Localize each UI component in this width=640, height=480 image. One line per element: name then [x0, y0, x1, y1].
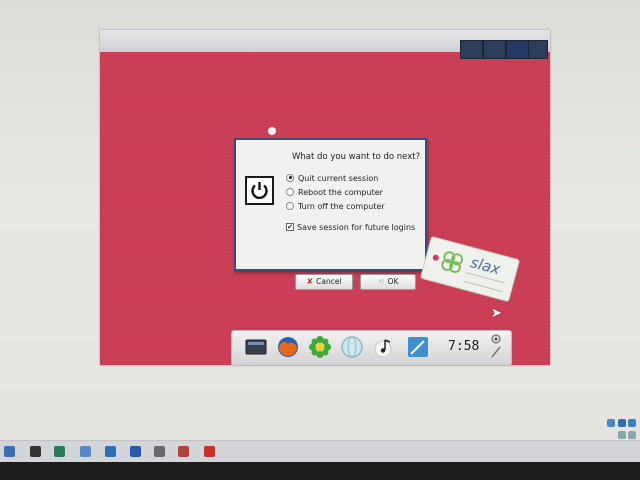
radio-button[interactable]	[286, 201, 294, 210]
tray-icon[interactable]	[607, 419, 615, 427]
network-icon[interactable]	[340, 335, 364, 359]
music-icon[interactable]	[372, 335, 396, 359]
icq-icon[interactable]	[308, 335, 332, 359]
save-session-checkbox[interactable]: ✔ Save session for future logins	[286, 222, 416, 232]
ok-button[interactable]: ☜ OK	[360, 274, 416, 290]
tray-icon[interactable]	[628, 419, 636, 427]
cancel-button[interactable]: ✘ Cancel	[295, 274, 353, 290]
workspace-4[interactable]	[528, 40, 548, 59]
option-label: Turn off the computer	[298, 202, 385, 211]
workspace-1[interactable]	[460, 40, 483, 59]
tray-icon[interactable]	[618, 419, 626, 427]
radio-turn-off[interactable]: Turn off the computer	[286, 201, 385, 211]
host-app-icon[interactable]	[130, 446, 141, 457]
tray-icon[interactable]	[628, 431, 636, 439]
host-taskbar	[0, 440, 640, 463]
host-app-icon[interactable]	[105, 446, 116, 457]
host-app-icon[interactable]	[30, 446, 41, 457]
workspace-3[interactable]	[506, 40, 529, 59]
tag-hole	[432, 254, 440, 262]
dock-panel: 7:58	[231, 330, 512, 366]
editor-icon[interactable]	[406, 335, 430, 359]
vm-desktop: What do you want to do next? Quit curren…	[100, 30, 550, 366]
host-app-icon[interactable]	[204, 446, 215, 457]
logout-dialog: What do you want to do next? Quit curren…	[234, 138, 427, 290]
clock: 7:58	[448, 339, 480, 354]
top-panel	[100, 30, 550, 59]
slax-clover-icon	[441, 251, 464, 274]
host-app-icon[interactable]	[80, 446, 91, 457]
settings-icon[interactable]	[489, 333, 503, 361]
cancel-x-icon: ✘	[306, 277, 314, 286]
cancel-label: Cancel	[316, 277, 342, 286]
desktop-dot	[268, 127, 276, 135]
workspace-2[interactable]	[483, 40, 506, 59]
dialog-prompt: What do you want to do next?	[292, 152, 421, 162]
radio-quit-session[interactable]: Quit current session	[286, 173, 379, 183]
host-start-icon[interactable]	[4, 446, 15, 457]
host-app-icon[interactable]	[178, 446, 189, 457]
ok-label: OK	[387, 277, 399, 286]
slax-logo-tag: slax	[419, 235, 521, 303]
monitor-bezel	[0, 462, 640, 480]
option-label: Quit current session	[298, 174, 379, 183]
ok-hand-icon: ☜	[377, 277, 385, 286]
mouse-cursor-icon: ➤	[491, 306, 502, 321]
option-label: Reboot the computer	[298, 188, 383, 197]
host-app-icon[interactable]	[154, 446, 165, 457]
checkbox-label: Save session for future logins	[297, 223, 416, 232]
radio-reboot[interactable]: Reboot the computer	[286, 187, 383, 197]
radio-button[interactable]	[286, 173, 294, 182]
tray-icon[interactable]	[618, 431, 626, 439]
checkbox[interactable]: ✔	[286, 222, 294, 231]
power-icon	[245, 176, 274, 205]
terminal-icon[interactable]	[244, 335, 268, 359]
firefox-icon[interactable]	[276, 335, 300, 359]
host-app-icon[interactable]	[54, 446, 65, 457]
radio-button[interactable]	[286, 187, 294, 196]
